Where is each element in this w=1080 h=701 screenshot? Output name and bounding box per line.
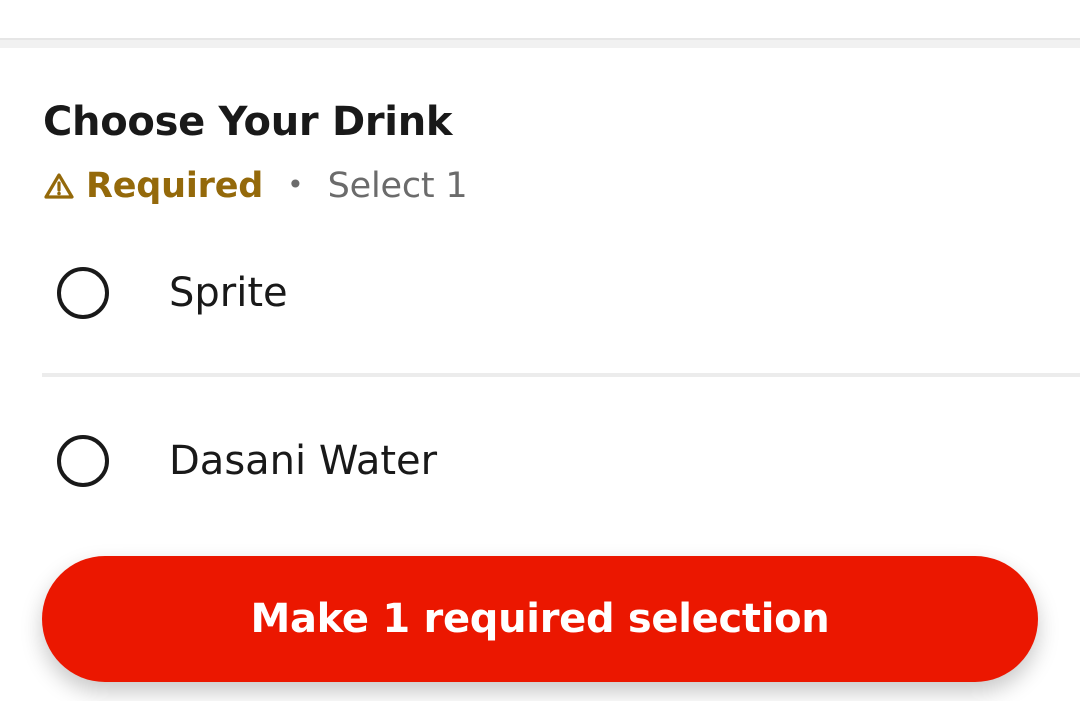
option-label: Dasani Water	[169, 438, 438, 484]
make-selection-button[interactable]: Make 1 required selection	[42, 556, 1038, 682]
option-sprite[interactable]: Sprite	[0, 233, 1080, 353]
section-divider	[0, 38, 1080, 48]
radio-unchecked-icon[interactable]	[57, 267, 109, 319]
option-label: Sprite	[169, 270, 288, 316]
warning-triangle-icon	[42, 169, 76, 203]
option-dasani-water[interactable]: Dasani Water	[0, 401, 1080, 521]
radio-unchecked-icon[interactable]	[57, 435, 109, 487]
requirement-row: Required • Select 1	[42, 164, 468, 208]
required-label: Required	[86, 166, 264, 206]
drink-selection-page: Choose Your Drink Required • Select 1 Sp…	[0, 0, 1080, 701]
make-selection-button-label: Make 1 required selection	[250, 596, 830, 642]
top-spacer	[0, 0, 1080, 38]
option-divider	[42, 373, 1080, 377]
separator-dot: •	[287, 167, 304, 201]
section-title: Choose Your Drink	[43, 99, 453, 145]
select-hint: Select 1	[327, 166, 468, 206]
